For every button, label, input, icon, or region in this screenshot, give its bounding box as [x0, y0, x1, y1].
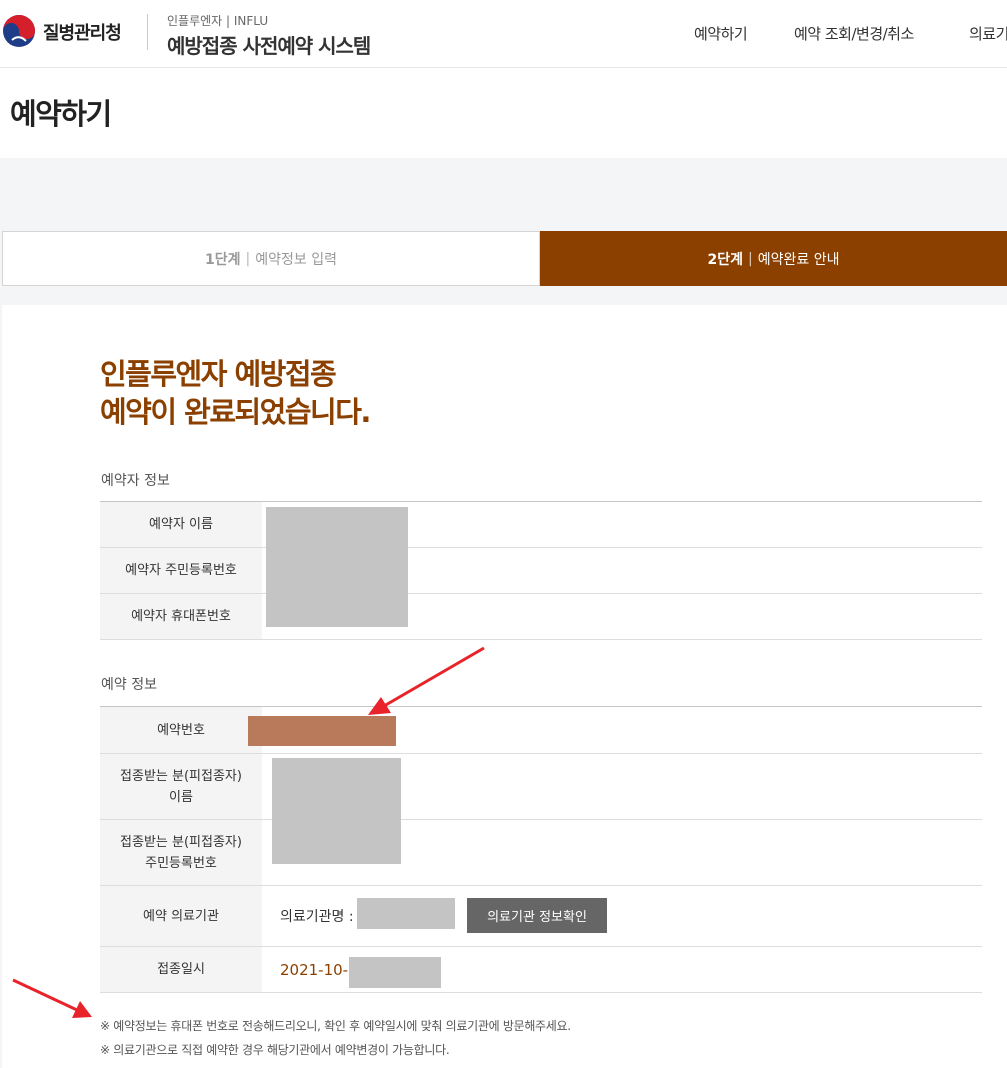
arrow-to-reservation-number-icon	[368, 646, 485, 715]
arrow-to-notes-icon	[12, 978, 92, 1018]
annotation-arrows-overlay	[12, 646, 485, 1018]
